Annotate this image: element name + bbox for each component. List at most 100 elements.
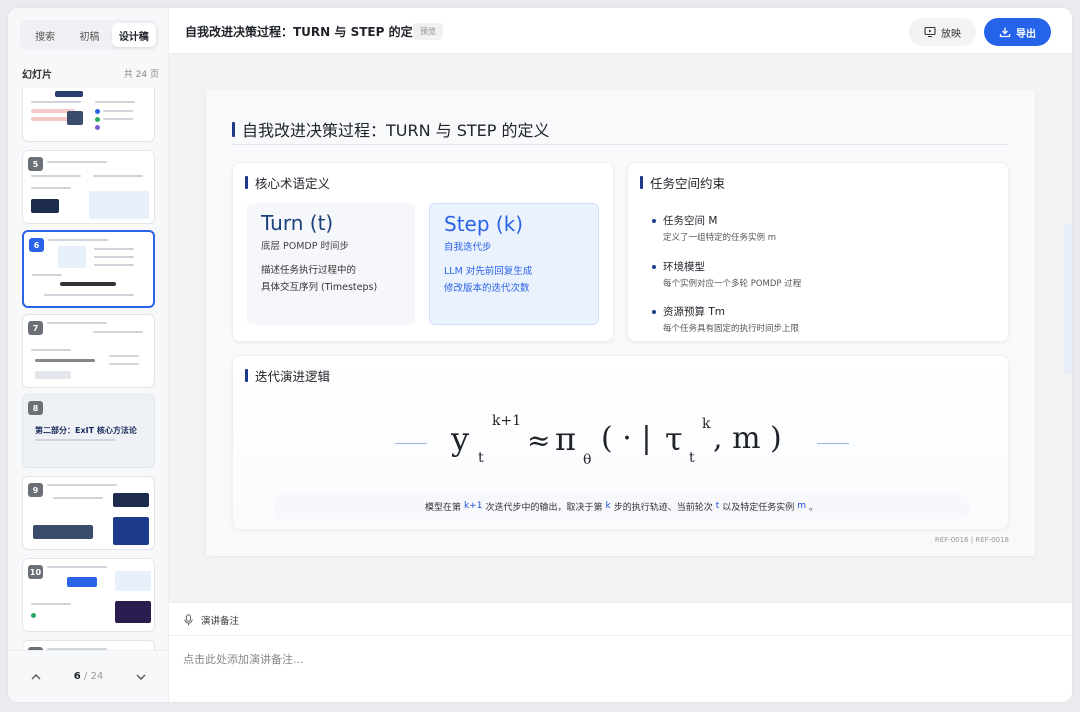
total-pages: 24 — [90, 671, 104, 682]
formula-pi: π — [555, 420, 576, 458]
turn-sub: 底层 POMDP 时间步 — [261, 241, 349, 252]
notes-input[interactable]: 点击此处添加演讲备注... — [183, 651, 304, 667]
slide-thumb-11[interactable]: 11 — [22, 640, 155, 650]
top-bar: 自我改进决策过程：TURN 与 STEP 的定义 预览 放映 导出 — [169, 8, 1072, 54]
constraint-desc: 每个任务具有固定的执行时间步上限 — [663, 324, 800, 334]
terms-card-heading-text: 核心术语定义 — [255, 176, 331, 191]
constraints-card-heading-text: 任务空间约束 — [650, 176, 726, 191]
preview-badge: 预览 — [413, 23, 443, 40]
formula-args-close: , m ) — [713, 421, 782, 456]
caption-highlight: m — [797, 501, 807, 511]
terms-card-heading: 核心术语定义 — [245, 173, 330, 192]
present-button[interactable]: 放映 — [909, 18, 976, 46]
tab-draft[interactable]: 初稿 — [67, 23, 111, 47]
slide-thumb-10[interactable]: 10 — [22, 558, 155, 632]
title-divider — [232, 144, 1009, 145]
constraint-item: 资源预算 Tm 每个任务具有固定的执行时间步上限 — [652, 304, 799, 334]
current-page: 6 — [73, 671, 81, 682]
slide-number: 7 — [28, 321, 43, 335]
iteration-card: 迭代演进逻辑 y t k+1 ≈ π θ ( · | τ t k , m) 模… — [232, 355, 1009, 530]
caption-text: 次迭代步中的输出，取决于第 — [485, 502, 603, 513]
step-desc-2: 修改版本的迭代次数 — [444, 283, 530, 294]
constraint-title: 任务空间 M — [652, 213, 776, 228]
iteration-card-heading-text: 迭代演进逻辑 — [255, 369, 331, 384]
constraint-desc: 定义了一组特定的任务实例 m — [663, 233, 776, 243]
tab-design[interactable]: 设计稿 — [111, 23, 156, 47]
formula-graphic: y t k+1 ≈ π θ ( · | τ t k , m ) — [450, 413, 782, 468]
slide-title-text: 自我改进决策过程：TURN 与 STEP 的定义 — [242, 121, 550, 140]
page-indicator: 6 / 24 — [74, 671, 103, 682]
next-slide-button[interactable] — [131, 667, 151, 687]
page-sep: / — [83, 671, 88, 682]
caption-text: 模型在第 — [424, 502, 461, 513]
microphone-icon — [184, 614, 193, 626]
chevron-up-icon — [31, 673, 41, 679]
export-button[interactable]: 导出 — [984, 18, 1051, 46]
slide-number: 5 — [28, 157, 43, 171]
turn-desc-1: 描述任务执行过程中的 — [261, 265, 357, 276]
caption-highlight: t — [715, 501, 720, 511]
slides-sidebar: 搜索 初稿 设计稿 幻灯片 共 24 页 5 6 7 8 第二部分：ExIT 核… — [8, 8, 169, 702]
constraint-title: 资源预算 Tm — [652, 304, 799, 319]
slide-pager: 6 / 24 — [8, 650, 169, 702]
notes-heading: 演讲备注 — [201, 616, 240, 627]
turn-desc-2: 具体交互序列 (Timesteps) — [261, 282, 378, 293]
turn-name: Turn (t) — [261, 211, 334, 235]
slide-thumb-7[interactable]: 7 — [22, 314, 155, 388]
slide[interactable]: 自我改进决策过程：TURN 与 STEP 的定义 核心术语定义 Turn (t)… — [206, 90, 1035, 556]
canvas-edge-decor — [1064, 224, 1072, 374]
view-segmented-control: 搜索 初稿 设计稿 — [20, 20, 159, 50]
formula-sup-k: k — [702, 416, 711, 432]
present-label: 放映 — [941, 28, 961, 40]
caption-text: 。 — [809, 502, 819, 513]
caption-highlight: k+1 — [463, 501, 483, 511]
export-label: 导出 — [1016, 28, 1036, 40]
slide-thumb-9[interactable]: 9 — [22, 476, 155, 550]
step-box: Step (k) 自我迭代步 LLM 对先前回复生成 修改版本的迭代次数 — [429, 203, 599, 325]
caption-text: 以及特定任务实例 — [722, 502, 795, 513]
constraint-desc: 每个实例对应一个多轮 POMDP 过程 — [663, 279, 802, 289]
slide-reference: REF-0016 | REF-0018 — [934, 536, 1009, 544]
formula-sub-t: t — [478, 450, 484, 466]
iteration-card-heading: 迭代演进逻辑 — [245, 366, 330, 385]
app-window: 搜索 初稿 设计稿 幻灯片 共 24 页 5 6 7 8 第二部分：ExIT 核… — [8, 8, 1072, 702]
iteration-formula: y t k+1 ≈ π θ ( · | τ t k , m ) — [233, 406, 1010, 496]
slide-number: 10 — [28, 565, 43, 579]
slide-title: 自我改进决策过程：TURN 与 STEP 的定义 — [232, 117, 550, 141]
caption-highlight: k — [605, 501, 611, 511]
slides-count: 共 24 页 — [123, 70, 159, 80]
formula-sub-theta: θ — [583, 452, 591, 468]
prev-slide-button[interactable] — [26, 667, 46, 687]
slide-thumb-6[interactable]: 6 — [22, 230, 155, 308]
terms-card: 核心术语定义 Turn (t) 底层 POMDP 时间步 描述任务执行过程中的具… — [232, 162, 614, 342]
caption-text: 步的执行轨迹、当前轮次 — [613, 502, 713, 513]
formula-y: y — [450, 420, 469, 458]
tab-search[interactable]: 搜索 — [23, 23, 67, 47]
formula-tau: τ — [665, 420, 683, 458]
step-desc-1: LLM 对先前回复生成 — [444, 266, 533, 277]
present-icon — [924, 26, 936, 38]
download-icon — [999, 27, 1011, 38]
slide-thumb-title: 第二部分：ExIT 核心方法论 — [35, 426, 137, 435]
document-title: 自我改进决策过程：TURN 与 STEP 的定义 — [185, 25, 425, 39]
step-name: Step (k) — [444, 212, 524, 236]
formula-sub-t2: t — [689, 450, 695, 466]
slide-number: 9 — [28, 483, 43, 497]
chevron-down-icon — [136, 674, 146, 680]
thumbnail-list: 5 6 7 8 第二部分：ExIT 核心方法论 9 10 — [20, 88, 157, 650]
slides-section-title: 幻灯片 — [22, 70, 52, 81]
slides-header: 幻灯片 共 24 页 — [22, 66, 159, 81]
slide-number: 8 — [28, 401, 43, 415]
turn-desc: 描述任务执行过程中的具体交互序列 (Timesteps) — [261, 262, 401, 296]
notes-divider — [169, 635, 1072, 636]
slide-thumb-4[interactable] — [22, 88, 155, 142]
formula-approx: ≈ — [527, 424, 550, 457]
slide-thumb-5[interactable]: 5 — [22, 150, 155, 224]
notes-header: 演讲备注 — [183, 613, 239, 627]
constraint-item: 任务空间 M 定义了一组特定的任务实例 m — [652, 213, 776, 243]
speaker-notes-panel: 演讲备注 点击此处添加演讲备注... — [169, 602, 1072, 702]
slide-thumb-8[interactable]: 8 第二部分：ExIT 核心方法论 — [22, 394, 155, 468]
constraints-card: 任务空间约束 任务空间 M 定义了一组特定的任务实例 m 环境模型 每个实例对应… — [627, 162, 1009, 342]
constraint-title: 环境模型 — [652, 259, 801, 274]
constraints-card-heading: 任务空间约束 — [640, 173, 725, 192]
